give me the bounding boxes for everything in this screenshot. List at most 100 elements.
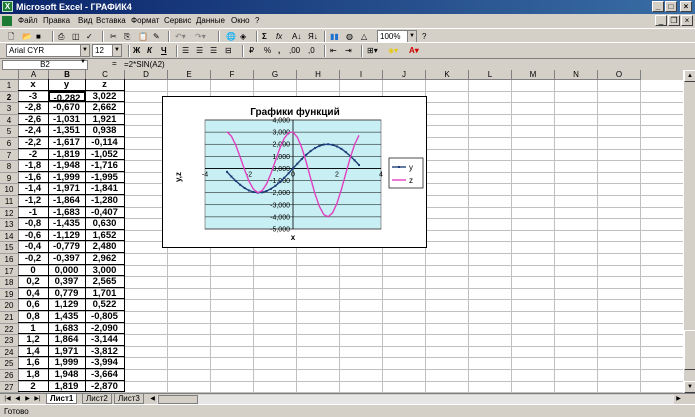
table-cell[interactable]: -0,4: [18, 241, 49, 253]
column-header-e[interactable]: E: [168, 70, 211, 80]
column-header-g[interactable]: G: [254, 70, 297, 80]
column-header-d[interactable]: D: [125, 70, 168, 80]
row-header[interactable]: 13: [0, 219, 19, 231]
table-cell[interactable]: -0,670: [48, 102, 86, 114]
chart-object[interactable]: 4,0003,0002,0001,0000,000-1,000-2,000-3,…: [162, 96, 427, 248]
table-cell[interactable]: -3,664: [85, 369, 125, 381]
table-cell[interactable]: -1,280: [85, 195, 125, 207]
formula-input[interactable]: =2*SIN(A2): [124, 60, 165, 70]
table-cell[interactable]: -2,090: [85, 322, 125, 335]
h-scroll-thumb[interactable]: [158, 395, 198, 404]
minimize-button[interactable]: _: [652, 1, 664, 12]
table-cell[interactable]: 2: [18, 380, 49, 393]
table-cell[interactable]: 0,522: [85, 299, 125, 311]
row-header[interactable]: 5: [0, 126, 19, 138]
row-header[interactable]: 11: [0, 196, 19, 208]
table-cell[interactable]: 0: [18, 264, 49, 277]
name-box[interactable]: B2: [2, 60, 88, 70]
formula-equals-icon[interactable]: =: [112, 59, 117, 68]
align-center-icon[interactable]: ☰: [196, 45, 203, 57]
row-header[interactable]: 20: [0, 300, 19, 312]
table-cell[interactable]: 2,565: [85, 276, 125, 288]
excel-app-icon[interactable]: X: [2, 1, 13, 12]
table-cell[interactable]: -0,282: [48, 90, 86, 103]
row-header[interactable]: 27: [0, 381, 19, 393]
table-cell[interactable]: 2,480: [85, 241, 125, 253]
align-right-icon[interactable]: ☰: [210, 45, 217, 57]
column-header-k[interactable]: K: [426, 70, 469, 80]
table-cell[interactable]: -1,129: [48, 229, 86, 242]
row-header[interactable]: 14: [0, 230, 19, 243]
column-header-n[interactable]: N: [555, 70, 598, 80]
table-cell[interactable]: -1,052: [85, 148, 125, 161]
row-header[interactable]: 16: [0, 254, 19, 266]
table-cell[interactable]: -3,144: [85, 334, 125, 346]
table-cell[interactable]: 1,819: [48, 380, 86, 393]
table-cell[interactable]: 1,971: [48, 345, 86, 358]
table-cell[interactable]: -0,805: [85, 311, 125, 323]
table-cell[interactable]: -3: [18, 90, 49, 103]
table-cell[interactable]: 1,8: [18, 369, 49, 381]
row-header[interactable]: 21: [0, 312, 19, 324]
tab-sheet3[interactable]: Лист3: [114, 394, 144, 404]
row-header[interactable]: 15: [0, 242, 19, 254]
table-header-cell[interactable]: y: [48, 79, 86, 91]
table-cell[interactable]: -1,971: [48, 183, 86, 195]
select-all-corner[interactable]: [0, 70, 19, 80]
prev-sheet-icon[interactable]: ◀: [13, 395, 22, 404]
chevron-down-icon[interactable]: ▼: [80, 59, 86, 65]
row-header[interactable]: 24: [0, 346, 19, 359]
table-cell[interactable]: -3,994: [85, 357, 125, 369]
currency-icon[interactable]: ₽: [249, 45, 254, 57]
last-sheet-icon[interactable]: ▶|: [33, 395, 42, 404]
table-cell[interactable]: -0,2: [18, 253, 49, 265]
table-cell[interactable]: -1,617: [48, 137, 86, 149]
row-header[interactable]: 26: [0, 370, 19, 382]
table-cell[interactable]: -1,683: [48, 206, 86, 219]
table-cell[interactable]: -1,999: [48, 171, 86, 184]
menu-insert[interactable]: Вставка: [96, 16, 126, 25]
row-header[interactable]: 8: [0, 161, 19, 173]
table-cell[interactable]: -1,948: [48, 160, 86, 172]
italic-button[interactable]: К: [147, 45, 152, 57]
table-cell[interactable]: 0,630: [85, 218, 125, 230]
table-cell[interactable]: -2,4: [18, 125, 49, 137]
row-header[interactable]: 23: [0, 335, 19, 347]
tab-sheet1[interactable]: Лист1: [46, 394, 78, 404]
table-cell[interactable]: -1: [18, 206, 49, 219]
increase-indent-icon[interactable]: ⇥: [345, 45, 352, 57]
doc-close-button[interactable]: ×: [681, 15, 693, 26]
menu-view[interactable]: Вид: [78, 16, 92, 25]
column-header-f[interactable]: F: [211, 70, 254, 80]
increase-decimal-icon[interactable]: ,00: [289, 45, 300, 57]
table-cell[interactable]: -1,864: [48, 195, 86, 207]
table-cell[interactable]: -1,6: [18, 171, 49, 184]
table-cell[interactable]: -0,779: [48, 241, 86, 253]
maximize-button[interactable]: □: [665, 1, 677, 12]
table-cell[interactable]: 1,921: [85, 113, 125, 126]
underline-button[interactable]: Ч: [161, 45, 167, 57]
table-cell[interactable]: 0,4: [18, 287, 49, 300]
table-cell[interactable]: -1,435: [48, 218, 86, 230]
table-cell[interactable]: 1,6: [18, 357, 49, 369]
menu-help[interactable]: ?: [255, 16, 259, 25]
table-cell[interactable]: 1,129: [48, 299, 86, 311]
comma-style-icon[interactable]: ,: [278, 45, 280, 57]
column-header-m[interactable]: M: [512, 70, 555, 80]
first-sheet-icon[interactable]: |◀: [3, 395, 12, 404]
table-cell[interactable]: -2,6: [18, 113, 49, 126]
table-cell[interactable]: 1,683: [48, 322, 86, 335]
menu-format[interactable]: Формат: [131, 16, 159, 25]
table-cell[interactable]: -1,2: [18, 195, 49, 207]
chevron-down-icon[interactable]: ▼: [407, 31, 416, 42]
column-header-h[interactable]: H: [297, 70, 340, 80]
table-cell[interactable]: 2,662: [85, 102, 125, 114]
vertical-scrollbar[interactable]: ▲ ▼: [683, 70, 695, 393]
font-size-select[interactable]: 12 ▼: [92, 44, 122, 57]
row-header[interactable]: 3: [0, 103, 19, 115]
table-cell[interactable]: -1,4: [18, 183, 49, 195]
table-cell[interactable]: -0,407: [85, 206, 125, 219]
table-cell[interactable]: 1: [18, 322, 49, 335]
align-left-icon[interactable]: ☰: [182, 45, 189, 57]
column-header-l[interactable]: L: [469, 70, 512, 80]
